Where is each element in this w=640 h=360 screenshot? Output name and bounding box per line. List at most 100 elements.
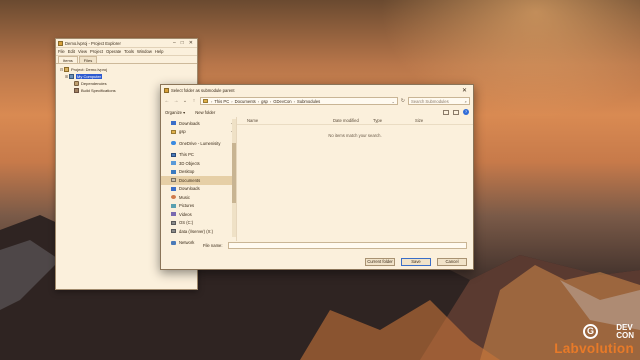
address-dropdown-chevron-icon[interactable]: ⌄ (391, 99, 394, 104)
tree-item-label: Build Specifications (81, 88, 116, 93)
nav-item-desktop[interactable]: Desktop (171, 168, 236, 177)
onedrive-icon (171, 141, 176, 146)
address-bar[interactable]: › This PC › Documents › gsp › GDevCon › … (200, 97, 398, 105)
cancel-button[interactable]: Cancel (437, 258, 467, 266)
dialog-body: Downloads ✦ gsp ✦ OneDrive - Lumenisity … (161, 117, 473, 245)
file-name-row: File name: (167, 241, 467, 250)
project-explorer-tabs: Items Files (56, 56, 197, 64)
menu-window[interactable]: Window (137, 49, 152, 54)
nav-item-3d-objects[interactable]: 3D Objects (171, 159, 236, 168)
file-list: Name Date modified Type Size No items ma… (237, 117, 473, 241)
breadcrumb-submodules[interactable]: Submodules (297, 99, 320, 104)
current-folder-button[interactable]: Current folder (365, 258, 395, 266)
music-icon (171, 195, 176, 200)
nav-item-label: Pictures (179, 203, 195, 209)
folder-icon (171, 129, 176, 134)
nav-item-music[interactable]: Music (171, 193, 236, 202)
pictures-icon (171, 203, 176, 208)
tree-item-label: My Computer (76, 74, 103, 79)
column-header-type[interactable]: Type (363, 118, 405, 123)
network-drive-icon (171, 229, 176, 234)
tree-item-my-computer[interactable]: ⊞ My Computer (59, 73, 194, 80)
breadcrumb-separator-icon: › (293, 98, 295, 104)
new-folder-button[interactable]: New folder (195, 110, 215, 115)
maximize-button[interactable]: □ (181, 40, 184, 46)
breadcrumb-documents[interactable]: Documents (235, 99, 256, 104)
project-icon (64, 67, 69, 72)
save-button[interactable]: Save (401, 258, 431, 266)
breadcrumb-this-pc[interactable]: This PC (214, 99, 229, 104)
forward-arrow-icon[interactable]: → (173, 98, 179, 104)
menu-operate[interactable]: Operate (106, 49, 121, 54)
select-folder-dialog: Select folder as submodule parent ✕ ← → … (160, 84, 474, 270)
up-arrow-icon[interactable]: ↑ (191, 98, 197, 104)
breadcrumb-separator-icon: › (257, 98, 260, 104)
nav-item-os-c[interactable]: OS (C:) (171, 219, 236, 228)
recent-locations-chevron-icon[interactable]: ⌄ (182, 98, 188, 104)
empty-folder-message: No items match your search. (328, 133, 382, 138)
nav-item-label: Documents (179, 177, 201, 183)
dialog-titlebar[interactable]: Select folder as submodule parent ✕ (161, 85, 473, 95)
menu-help[interactable]: Help (155, 49, 164, 54)
download-icon (171, 186, 176, 191)
desktop-icon (171, 169, 176, 174)
help-icon[interactable]: ? (463, 109, 469, 115)
nav-item-videos[interactable]: Videos (171, 210, 236, 219)
menu-edit[interactable]: Edit (68, 49, 75, 54)
nav-item-label: Music (179, 194, 190, 200)
nav-item-label: Videos (179, 211, 192, 217)
nav-item-gsp[interactable]: gsp ✦ (171, 128, 236, 137)
refresh-icon[interactable]: ↻ (401, 98, 405, 104)
column-header-size[interactable]: Size (405, 118, 445, 123)
nav-item-label: OneDrive - Lumenisity (179, 140, 221, 146)
column-header-date-modified[interactable]: Date modified (323, 118, 363, 123)
menu-project[interactable]: Project (90, 49, 103, 54)
menu-view[interactable]: View (78, 49, 87, 54)
close-button[interactable]: ✕ (189, 40, 193, 46)
navigation-pane-scrollbar[interactable] (232, 119, 236, 237)
back-arrow-icon[interactable]: ← (164, 98, 170, 104)
project-explorer-titlebar[interactable]: Demo.lvproj - Project Explorer – □ ✕ (56, 39, 197, 48)
menu-tools[interactable]: Tools (124, 49, 134, 54)
labview-app-icon (164, 87, 169, 93)
tree-item-label: Dependencies (81, 81, 107, 86)
nav-item-data-x[interactable]: data (\\server) (X:) (171, 227, 236, 236)
search-input[interactable]: Search Submodules ⌕ (408, 97, 470, 105)
nav-item-pictures[interactable]: Pictures (171, 202, 236, 211)
breadcrumb-gsp[interactable]: gsp (261, 99, 268, 104)
nav-item-label: Downloads (179, 120, 200, 126)
close-icon[interactable]: ✕ (462, 87, 470, 94)
tab-files[interactable]: Files (78, 56, 98, 63)
drive-icon (171, 220, 176, 225)
nav-item-this-pc[interactable]: This PC (171, 151, 236, 160)
nav-item-label: Desktop (179, 169, 195, 175)
nav-item-label: data (\\server) (X:) (179, 228, 213, 234)
organize-button[interactable]: Organize ▾ (165, 110, 185, 115)
nav-item-label: 3D Objects (179, 160, 200, 166)
nav-item-label: gsp (179, 129, 186, 135)
labview-app-icon (58, 40, 63, 46)
breadcrumb-gdevcon[interactable]: GDevCon (273, 99, 291, 104)
column-header-name[interactable]: Name (237, 118, 323, 123)
breadcrumb-separator-icon: › (231, 98, 233, 104)
breadcrumb-separator-icon: › (269, 98, 272, 104)
wordmark-line-2: CON (616, 331, 634, 340)
scrollbar-thumb[interactable] (232, 143, 236, 203)
minimize-button[interactable]: – (173, 40, 176, 46)
view-options-icon[interactable] (443, 109, 449, 115)
project-explorer-menubar: File Edit View Project Operate Tools Win… (56, 48, 197, 56)
breadcrumb-separator-icon: › (211, 98, 213, 104)
nav-item-downloads[interactable]: Downloads (171, 185, 236, 194)
gdevcon-logo: G (583, 324, 598, 339)
tree-item-project[interactable]: ⊟ Project: Demo.lvproj (59, 66, 194, 73)
file-name-input[interactable] (227, 242, 467, 249)
menu-file[interactable]: File (58, 49, 65, 54)
nav-item-onedrive[interactable]: OneDrive - Lumenisity (171, 139, 236, 148)
preview-pane-icon[interactable] (453, 109, 459, 115)
build-specs-icon (74, 88, 79, 93)
tab-items[interactable]: Items (58, 56, 78, 63)
nav-item-documents[interactable]: Documents (161, 176, 232, 185)
nav-item-label: OS (C:) (179, 220, 194, 226)
dialog-footer: File name: Current folder Save Cancel (161, 239, 473, 269)
nav-item-downloads-quick[interactable]: Downloads ✦ (171, 119, 236, 128)
